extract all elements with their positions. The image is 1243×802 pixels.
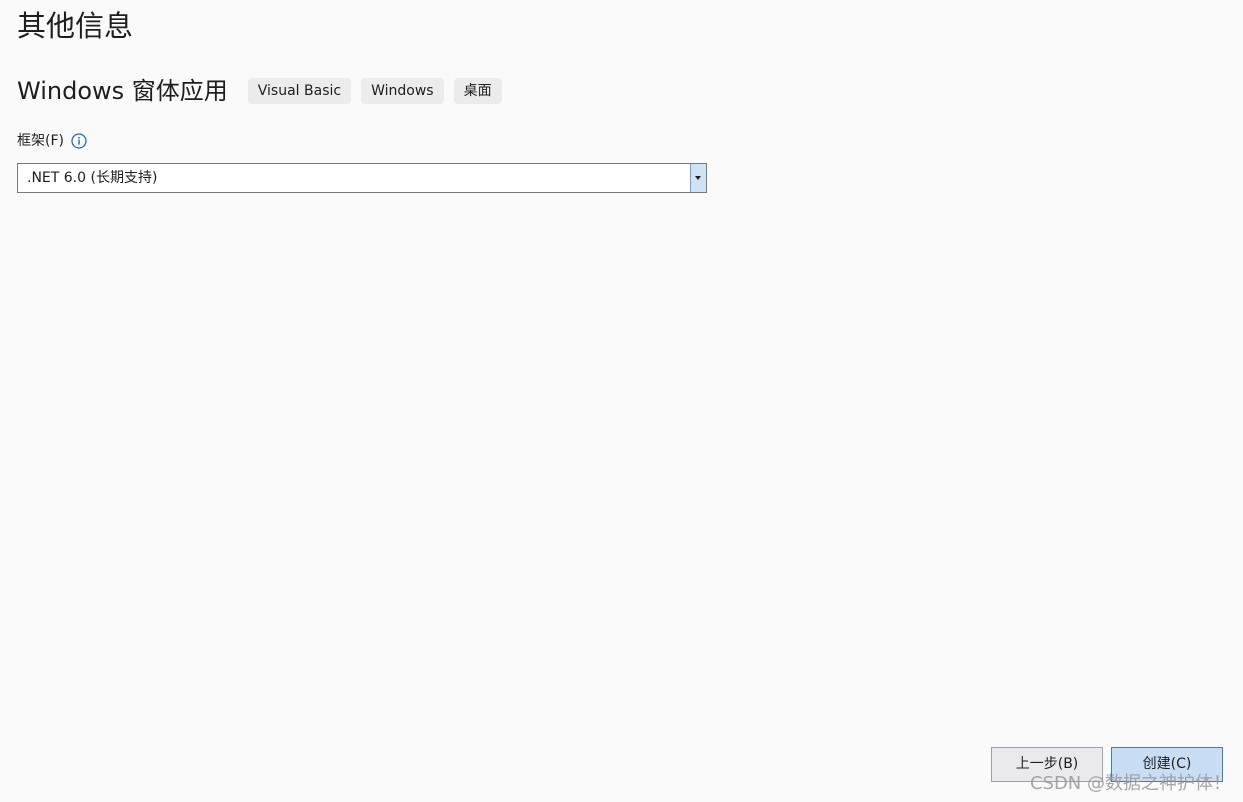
template-header: Windows 窗体应用 Visual Basic Windows 桌面 [17, 75, 512, 107]
framework-label: 框架(F) [17, 133, 64, 149]
framework-select-value: .NET 6.0 (长期支持) [27, 170, 158, 186]
watermark: CSDN @数据之神护体！ [1029, 773, 1231, 794]
tag-platform: Windows [361, 78, 444, 104]
info-circle-icon[interactable] [71, 133, 87, 149]
chevron-down-icon[interactable] [690, 164, 706, 192]
template-name: Windows 窗体应用 [17, 77, 228, 105]
page-title: 其他信息 [17, 9, 134, 43]
tag-language: Visual Basic [247, 78, 352, 104]
framework-select[interactable]: .NET 6.0 (长期支持) [17, 163, 707, 193]
framework-label-row: 框架(F) [17, 131, 87, 151]
tag-project-type: 桌面 [453, 78, 502, 104]
